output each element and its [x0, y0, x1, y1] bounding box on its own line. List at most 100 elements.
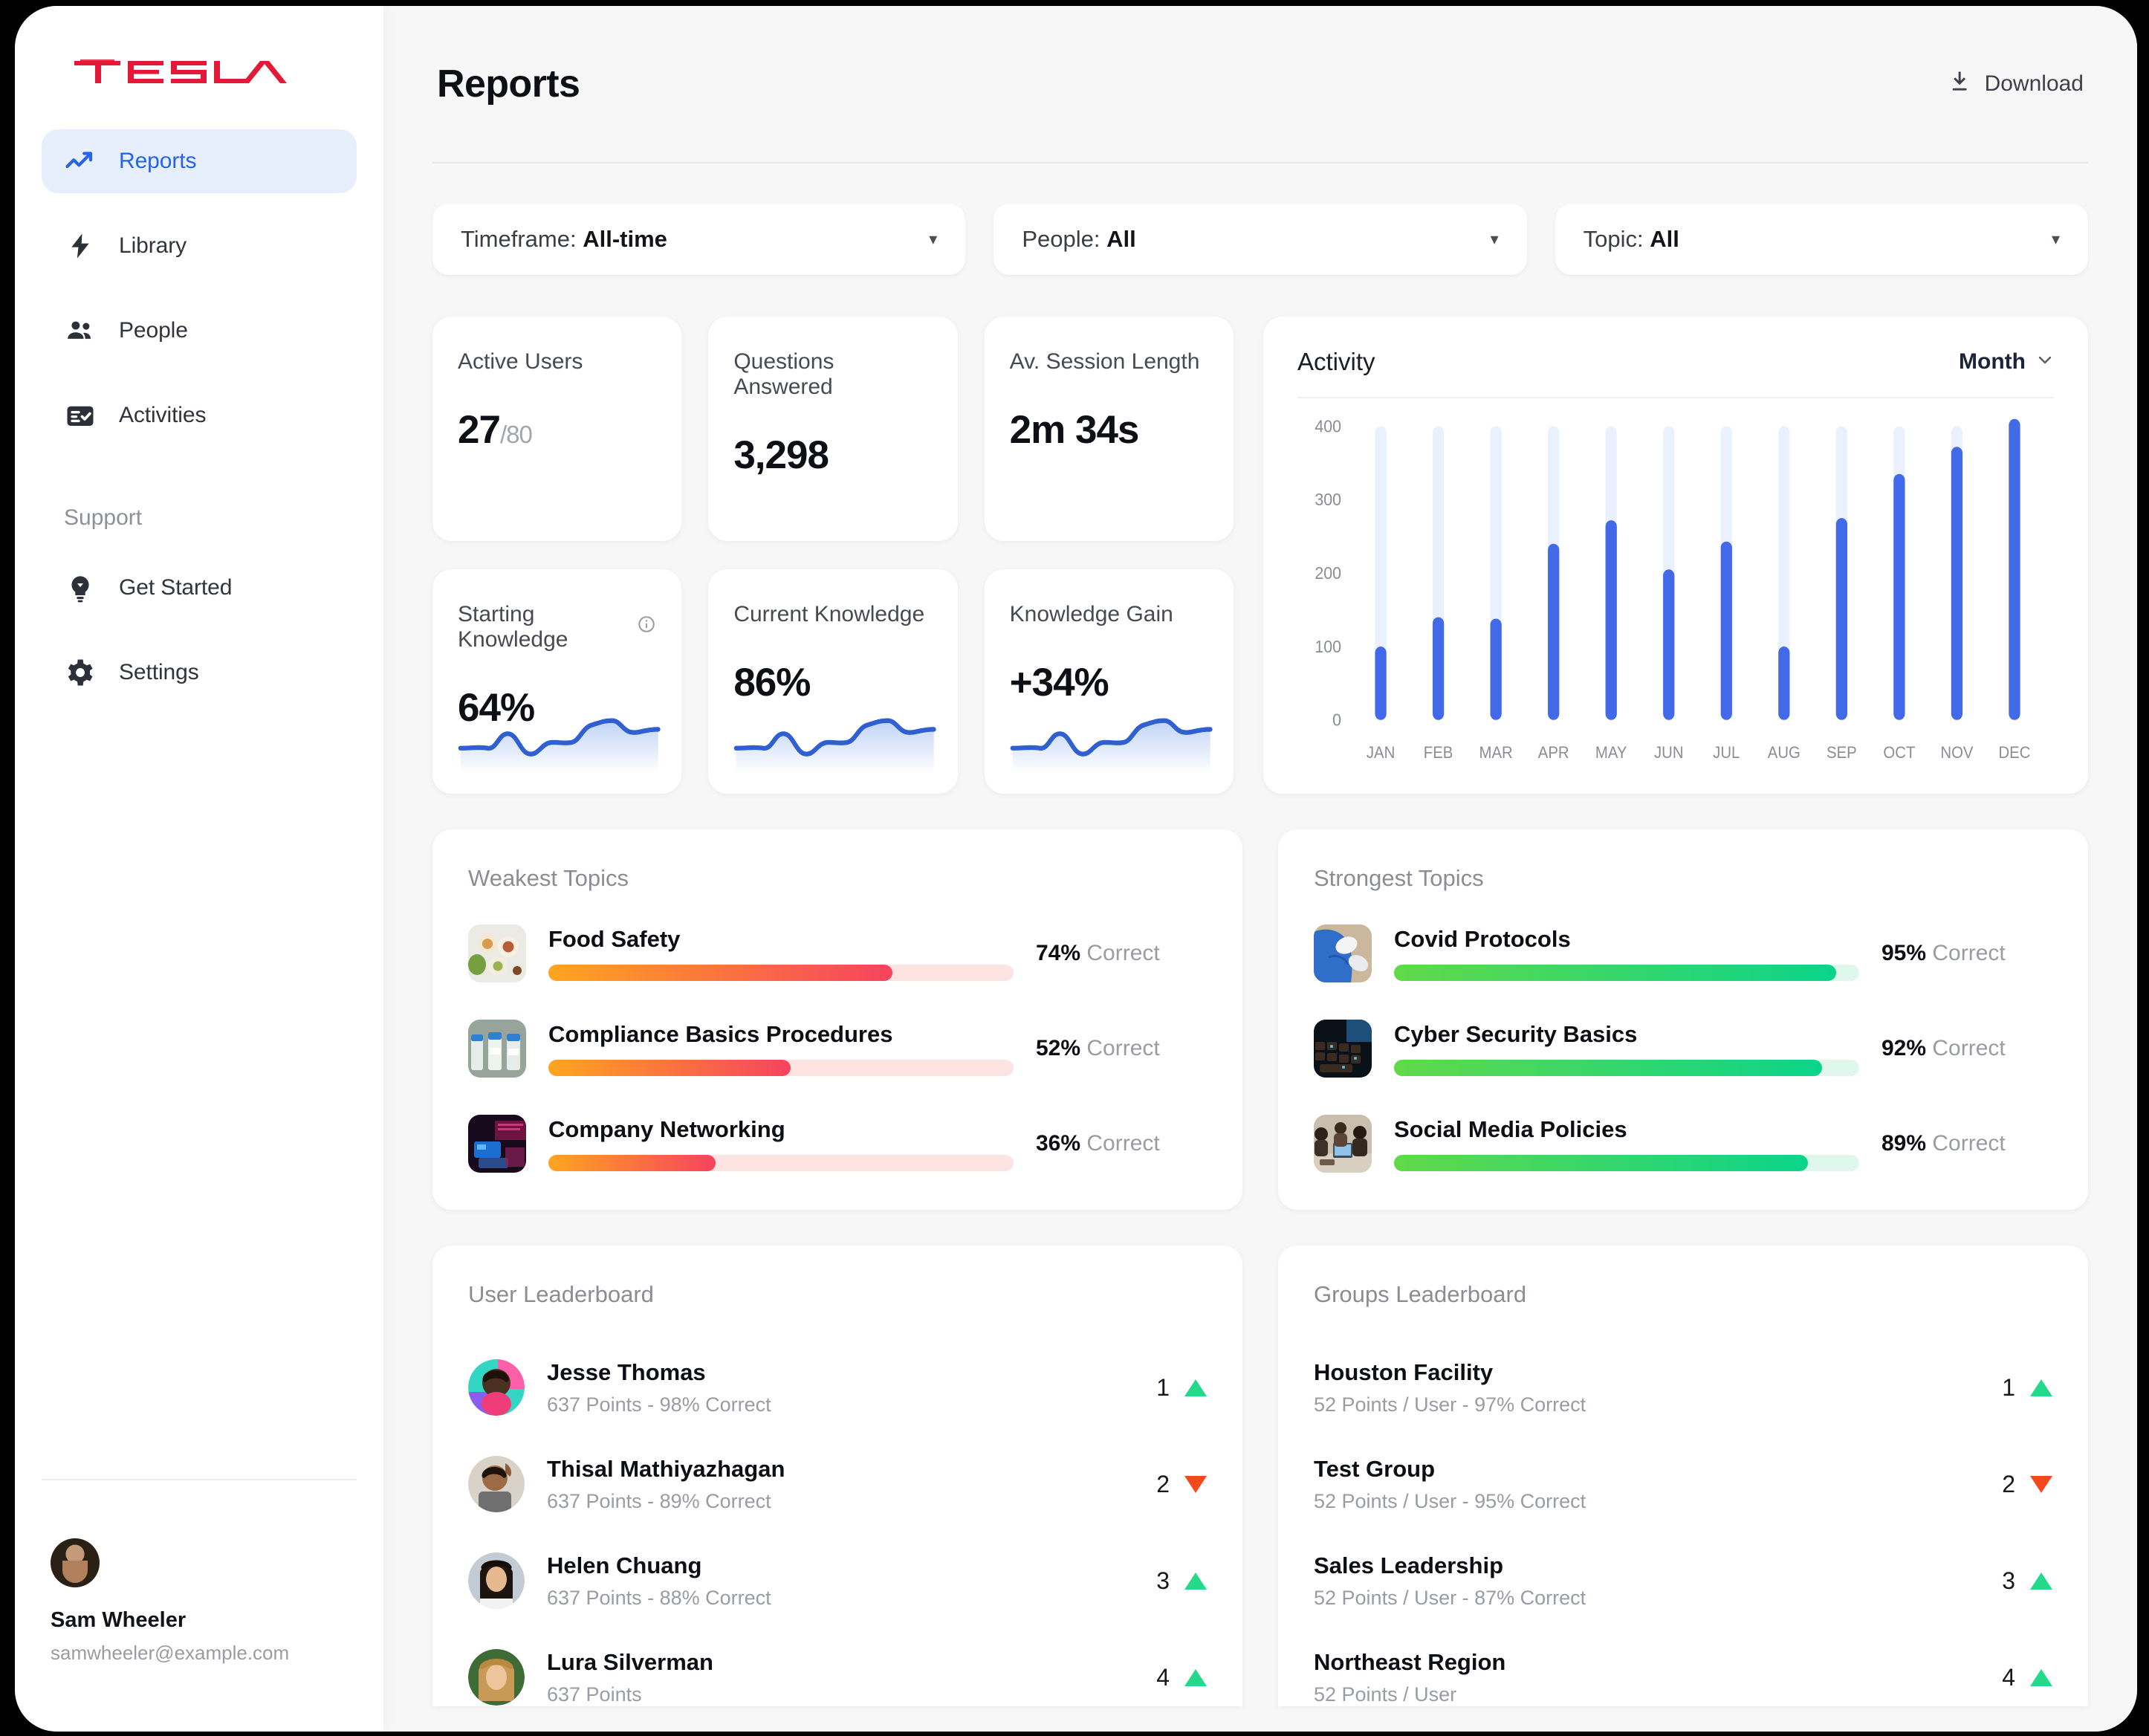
activity-bar-chart: 400 300 200 100 0 JAN FEB MAR APR MAY JUN JUL AUG SEP…: [1297, 415, 2054, 771]
topic-name: Covid Protocols: [1394, 926, 1571, 952]
primary-nav: Reports Library People Activities Suppor…: [42, 129, 357, 705]
rank-indicator: 3: [1156, 1567, 1207, 1595]
topic-row[interactable]: Company Networking 36% Correct: [468, 1115, 1207, 1173]
filter-topic[interactable]: Topic: All ▾: [1555, 204, 2088, 275]
topic-percent: 52% Correct: [1036, 1036, 1207, 1061]
sidebar-item-label: People: [119, 318, 188, 343]
topic-row[interactable]: Cyber Security Basics 92% Correct: [1314, 1020, 2052, 1078]
rank-number: 1: [1156, 1373, 1170, 1401]
stat-label: Current Knowledge: [733, 602, 925, 626]
leaderboard-name: Thisal Mathiyazhagan: [547, 1455, 785, 1482]
topic-percent-value: 52%: [1036, 1036, 1081, 1060]
svg-text:JAN: JAN: [1367, 743, 1395, 762]
topic-name: Cyber Security Basics: [1394, 1021, 1638, 1047]
bolt-icon: [64, 230, 97, 262]
chevron-down-icon: ▾: [929, 230, 938, 248]
sidebar-item-label: Settings: [119, 660, 199, 684]
progress-track: [548, 1060, 1014, 1076]
sidebar-item-label: Activities: [119, 403, 207, 427]
main-content: Reports Download Timeframe: All-time ▾ P…: [383, 6, 2137, 1732]
stat-label: Starting Knowledge: [458, 602, 568, 652]
topic-percent-value: 74%: [1036, 941, 1081, 965]
rank-indicator: 4: [1156, 1664, 1207, 1691]
avatar[interactable]: [51, 1538, 100, 1587]
info-icon[interactable]: [637, 615, 656, 640]
people-icon: [64, 314, 97, 347]
list-item[interactable]: Northeast Region 52 Points / User 4: [1314, 1629, 2052, 1706]
stat-value: +34%: [1009, 661, 1109, 705]
brand-logo[interactable]: [42, 6, 357, 117]
sidebar-item-get-started[interactable]: Get Started: [42, 556, 357, 620]
filter-timeframe[interactable]: Timeframe: All-time ▾: [432, 204, 966, 275]
sidebar-item-reports[interactable]: Reports: [42, 129, 357, 193]
filter-label: Topic:: [1583, 226, 1644, 252]
support-section-heading: Support: [64, 505, 143, 530]
filter-people[interactable]: People: All ▾: [994, 204, 1527, 275]
medical-gloves-thumb: [1314, 924, 1372, 982]
stat-label: Active Users: [458, 349, 583, 374]
topic-row[interactable]: Compliance Basics Procedures 52% Correct: [468, 1020, 1207, 1078]
leaderboard-subtitle: 637 Points: [547, 1682, 642, 1706]
leaderboard-name: Jesse Thomas: [547, 1358, 706, 1385]
download-button[interactable]: Download: [1948, 69, 2084, 99]
list-item[interactable]: Sales Leadership 52 Points / User - 87% …: [1314, 1532, 2052, 1629]
svg-text:NOV: NOV: [1940, 743, 1974, 762]
trend-up-icon: [1184, 1572, 1207, 1590]
bar-feb: [1432, 617, 1445, 720]
correct-suffix: Correct: [1086, 1131, 1160, 1156]
leaderboard-subtitle: 52 Points / User - 87% Correct: [1314, 1586, 1586, 1609]
sparkline-knowledge-gain: [1010, 712, 1213, 770]
bar-oct: [1893, 473, 1905, 720]
rank-indicator: 1: [2002, 1374, 2052, 1402]
trend-up-icon: [1184, 1379, 1207, 1396]
list-item[interactable]: Lura Silverman 637 Points 4: [468, 1629, 1207, 1706]
svg-text:AUG: AUG: [1768, 743, 1800, 762]
topic-name: Social Media Policies: [1394, 1116, 1627, 1142]
list-item[interactable]: Helen Chuang 637 Points - 88% Correct 3: [468, 1532, 1207, 1629]
progress-fill: [1394, 1060, 1822, 1076]
topic-row[interactable]: Food Safety 74% Correct: [468, 924, 1207, 982]
sidebar-user-footer[interactable]: Sam Wheeler samwheeler@example.com: [42, 1479, 357, 1665]
topic-row[interactable]: Covid Protocols 95% Correct: [1314, 924, 2052, 982]
filter-bar: Timeframe: All-time ▾ People: All ▾ Topi…: [432, 204, 2088, 275]
leaderboard-subtitle: 52 Points / User - 95% Correct: [1314, 1489, 1586, 1512]
filter-label: Timeframe:: [461, 226, 577, 252]
sidebar-item-library[interactable]: Library: [42, 214, 357, 278]
topic-percent-value: 92%: [1881, 1036, 1927, 1060]
rank-number: 3: [2002, 1567, 2015, 1594]
sidebar-item-people[interactable]: People: [42, 299, 357, 363]
trend-up-icon: [2030, 1668, 2052, 1686]
leaderboard-subtitle: 637 Points - 98% Correct: [547, 1393, 771, 1416]
neon-network-thumb: [468, 1115, 526, 1173]
svg-text:0: 0: [1332, 710, 1341, 730]
leaderboard-subtitle: 52 Points / User: [1314, 1682, 1457, 1706]
rank-number: 3: [1156, 1567, 1170, 1594]
svg-text:MAY: MAY: [1595, 743, 1627, 762]
list-item[interactable]: Thisal Mathiyazhagan 637 Points - 89% Co…: [468, 1436, 1207, 1532]
rank-number: 4: [2002, 1663, 2015, 1691]
stat-label: Av. Session Length: [1009, 349, 1200, 374]
list-item[interactable]: Houston Facility 52 Points / User - 97% …: [1314, 1339, 2052, 1436]
leaderboard-subtitle: 637 Points - 89% Correct: [547, 1489, 771, 1512]
sidebar-item-activities[interactable]: Activities: [42, 383, 357, 447]
topic-percent: 95% Correct: [1881, 941, 2052, 966]
topics-row: Weakest Topics Food Safety 74% Correct C…: [432, 829, 2088, 1210]
topic-percent-value: 95%: [1881, 941, 1927, 965]
list-item[interactable]: Test Group 52 Points / User - 95% Correc…: [1314, 1436, 2052, 1532]
panel-title: Strongest Topics: [1314, 865, 1484, 891]
svg-text:OCT: OCT: [1883, 743, 1915, 762]
sidebar-item-settings[interactable]: Settings: [42, 641, 357, 705]
app-window: Reports Library People Activities Suppor…: [15, 6, 2137, 1732]
avatar-lura: [468, 1649, 525, 1706]
list-item[interactable]: Jesse Thomas 637 Points - 98% Correct 1: [468, 1339, 1207, 1436]
gear-icon: [64, 656, 97, 689]
stat-card-knowledge-gain: Knowledge Gain +34%: [984, 569, 1234, 794]
progress-track: [1394, 1060, 1859, 1076]
bar-mar: [1490, 618, 1502, 720]
avatar-helen: [468, 1552, 525, 1609]
activity-range-selector[interactable]: Month: [1959, 349, 2054, 375]
bar-apr: [1548, 543, 1560, 720]
svg-text:JUN: JUN: [1654, 743, 1684, 762]
topic-row[interactable]: Social Media Policies 89% Correct: [1314, 1115, 2052, 1173]
bar-jun: [1663, 569, 1675, 720]
